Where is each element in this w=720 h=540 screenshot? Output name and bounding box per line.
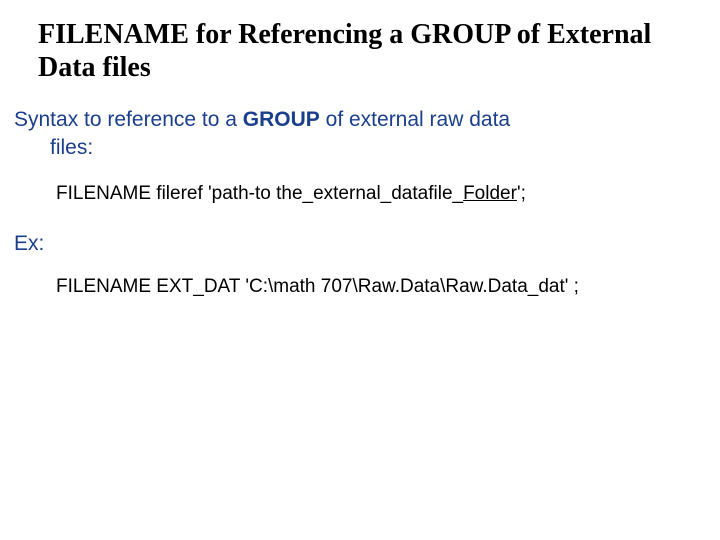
intro-bold: GROUP [243, 108, 320, 131]
slide: FILENAME for Referencing a GROUP of Exte… [0, 0, 720, 540]
slide-title: FILENAME for Referencing a GROUP of Exte… [38, 18, 706, 84]
intro-post: of external raw data [320, 108, 510, 131]
syntax-pre: FILENAME fileref 'path-to the_external_d… [56, 183, 463, 204]
intro-pre: Syntax to reference to a [14, 108, 243, 131]
example-label: Ex: [14, 232, 706, 256]
example-line: FILENAME EXT_DAT 'C:\math 707\Raw.Data\R… [56, 274, 706, 300]
syntax-line: FILENAME fileref 'path-to the_external_d… [56, 181, 706, 207]
intro-text: Syntax to reference to a GROUP of extern… [14, 106, 706, 163]
syntax-folder: Folder [463, 183, 517, 204]
syntax-post: '; [517, 183, 526, 204]
intro-line2: files: [50, 134, 706, 162]
